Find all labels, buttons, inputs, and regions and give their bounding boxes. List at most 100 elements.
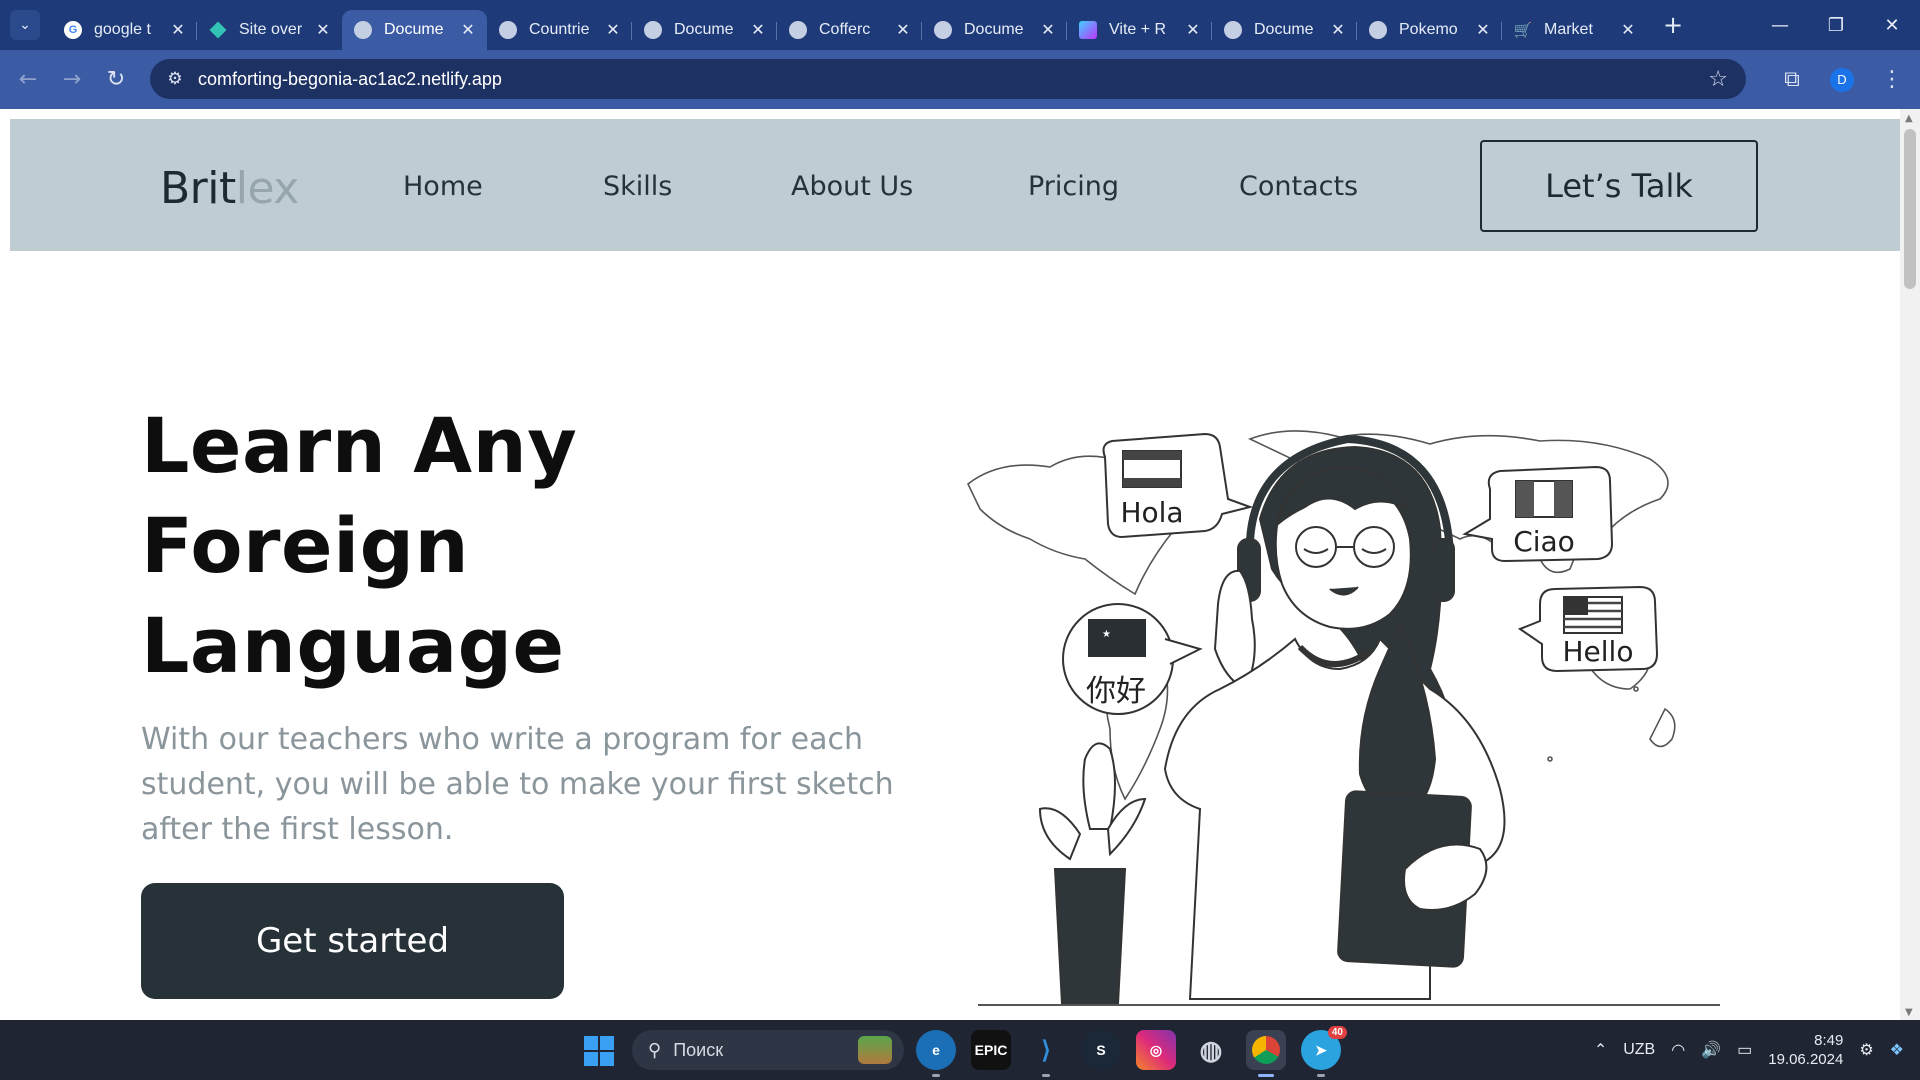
instagram-icon[interactable]: ◎ [1136,1030,1176,1070]
language-indicator[interactable]: UZB [1623,1041,1655,1059]
globe-icon [789,21,807,39]
cart-icon: 🛒 [1513,22,1533,39]
netlify-icon [209,21,227,39]
browser-tab[interactable]: Vite + R ✕ [1066,10,1212,50]
vscode-icon[interactable]: ⟩ [1026,1030,1066,1077]
browser-tab[interactable]: 🛒 Market ✕ [1501,10,1647,50]
close-icon[interactable]: ✕ [604,20,622,40]
globe-icon [644,21,662,39]
browser-tab[interactable]: Cofferc ✕ [776,10,922,50]
menu-dots-icon[interactable]: ⋮ [1870,58,1914,102]
search-highlight-image [858,1036,892,1064]
close-icon[interactable]: ✕ [459,20,477,40]
browser-tab[interactable]: Pokemo ✕ [1356,10,1502,50]
telegram-icon[interactable]: ➤ 40 [1301,1026,1347,1077]
nav-about-us[interactable]: About Us [791,171,913,202]
browser-toolbar: ← → ↻ ⚙ comforting-begonia-ac1ac2.netlif… [0,50,1920,109]
close-icon[interactable]: ✕ [1329,20,1347,40]
globe-icon [499,21,517,39]
search-icon: ⚲ [648,1039,662,1060]
settings-icon[interactable]: ⚙ [1859,1040,1873,1060]
nav-skills[interactable]: Skills [603,171,672,202]
vite-icon [1079,21,1097,39]
svg-text:Hola: Hola [1120,496,1183,529]
browser-tab[interactable]: Countrie ✕ [487,10,632,50]
hero-subtitle: With our teachers who write a program fo… [141,722,894,847]
bubble-hola: Hola [1102,432,1254,539]
site-header: Britlex Home Skills About Us Pricing Con… [10,119,1900,251]
hero-illustration: Hola Ciao ★ 你好 Hello [967,430,1720,1006]
svg-text:Hello: Hello [1563,635,1634,668]
globe-icon [1224,21,1242,39]
browser-tab[interactable]: Site over ✕ [196,10,342,50]
new-tab-button[interactable]: + [1663,11,1683,39]
svg-text:你好: 你好 [1086,674,1146,709]
restore-icon[interactable]: ❐ [1808,0,1864,50]
tab-list: Ggoogle t ✕ Site over ✕ Docume ✕ Countrie ✕ … [52,0,1683,50]
close-icon[interactable]: ✕ [1474,20,1492,40]
tab-search-button[interactable]: ⌄ [10,10,40,40]
page-viewport: Britlex Home Skills About Us Pricing Con… [0,109,1920,1020]
toolbar-right: ⧉ D ⋮ [1770,50,1920,109]
close-icon[interactable]: ✕ [894,20,912,40]
svg-text:★: ★ [1102,629,1111,640]
back-icon[interactable]: ← [6,58,50,102]
close-icon[interactable]: ✕ [169,20,187,40]
taskbar-search[interactable]: ⚲ Поиск [632,1030,904,1070]
browser-tab[interactable]: Ggoogle t ✕ [52,10,197,50]
nav-home[interactable]: Home [403,171,483,202]
battery-icon[interactable]: ▭ [1737,1040,1752,1060]
forward-icon[interactable]: → [50,58,94,102]
svg-text:Ciao: Ciao [1513,525,1575,558]
close-icon[interactable]: ✕ [1039,20,1057,40]
browser-tab-active[interactable]: Docume ✕ [342,10,487,50]
scroll-up-icon[interactable]: ▲ [1905,113,1913,124]
wifi-icon[interactable]: ◠ [1671,1040,1685,1060]
window-controls: — ❐ ✕ [1752,0,1920,50]
copilot-icon[interactable]: ❖ [1890,1040,1904,1060]
bubble-hello: Hello [1517,585,1659,673]
nav-contacts[interactable]: Contacts [1239,171,1358,202]
address-bar[interactable]: ⚙ comforting-begonia-ac1ac2.netlify.app … [150,59,1746,99]
url-text[interactable]: comforting-begonia-ac1ac2.netlify.app [198,69,502,90]
obs-icon[interactable]: ◍ [1191,1030,1231,1070]
chrome-icon[interactable] [1246,1030,1286,1077]
clock[interactable]: 8:49 19.06.2024 [1768,1031,1843,1069]
extensions-icon[interactable]: ⧉ [1770,58,1814,102]
steam-icon[interactable]: S [1081,1030,1121,1070]
epic-games-icon[interactable]: EPIC [971,1030,1011,1070]
scroll-thumb[interactable] [1904,129,1916,289]
taskbar-apps: e EPIC ⟩ S ◎ ◍ ➤ 40 [916,1026,1347,1077]
browser-tab-strip: ⌄ Ggoogle t ✕ Site over ✕ Docume ✕ Countrie… [0,0,1920,50]
lets-talk-button[interactable]: Let’s Talk [1480,140,1758,232]
system-tray: ⌃ UZB ◠ 🔊 ▭ 8:49 19.06.2024 ⚙ ❖ [1594,1020,1920,1080]
profile-button[interactable]: D [1820,58,1864,102]
windows-taskbar: ⚲ Поиск e EPIC ⟩ S ◎ ◍ ➤ 40 ⌃ UZB ◠ 🔊 ▭ 8… [0,1020,1920,1080]
close-icon[interactable]: ✕ [749,20,767,40]
browser-tab[interactable]: Docume ✕ [921,10,1067,50]
edge-icon[interactable]: e [916,1030,956,1077]
globe-icon [934,21,952,39]
chevron-up-icon[interactable]: ⌃ [1594,1040,1607,1060]
bookmark-star-icon[interactable]: ☆ [1708,67,1728,92]
site-info-icon[interactable]: ⚙ [156,69,194,89]
volume-icon[interactable]: 🔊 [1701,1040,1721,1060]
close-icon[interactable]: ✕ [314,20,332,40]
get-started-button[interactable]: Get started [141,883,564,999]
bubble-ciao: Ciao [1462,465,1614,563]
search-placeholder: Поиск [673,1039,724,1060]
start-button[interactable] [584,1036,614,1066]
reload-icon[interactable]: ↻ [94,58,138,102]
avatar: D [1830,67,1854,92]
browser-tab[interactable]: Docume ✕ [1211,10,1357,50]
hero-title: Learn Any Foreign Language [141,401,578,690]
close-window-icon[interactable]: ✕ [1864,0,1920,50]
scroll-down-icon[interactable]: ▼ [1905,1007,1913,1018]
nav-pricing[interactable]: Pricing [1028,171,1119,202]
minimize-icon[interactable]: — [1752,0,1808,50]
close-icon[interactable]: ✕ [1184,20,1202,40]
page-scrollbar[interactable]: ▲ ▼ [1900,109,1920,1020]
browser-tab[interactable]: Docume ✕ [631,10,777,50]
site-logo[interactable]: Britlex [160,167,299,211]
close-icon[interactable]: ✕ [1619,20,1637,40]
